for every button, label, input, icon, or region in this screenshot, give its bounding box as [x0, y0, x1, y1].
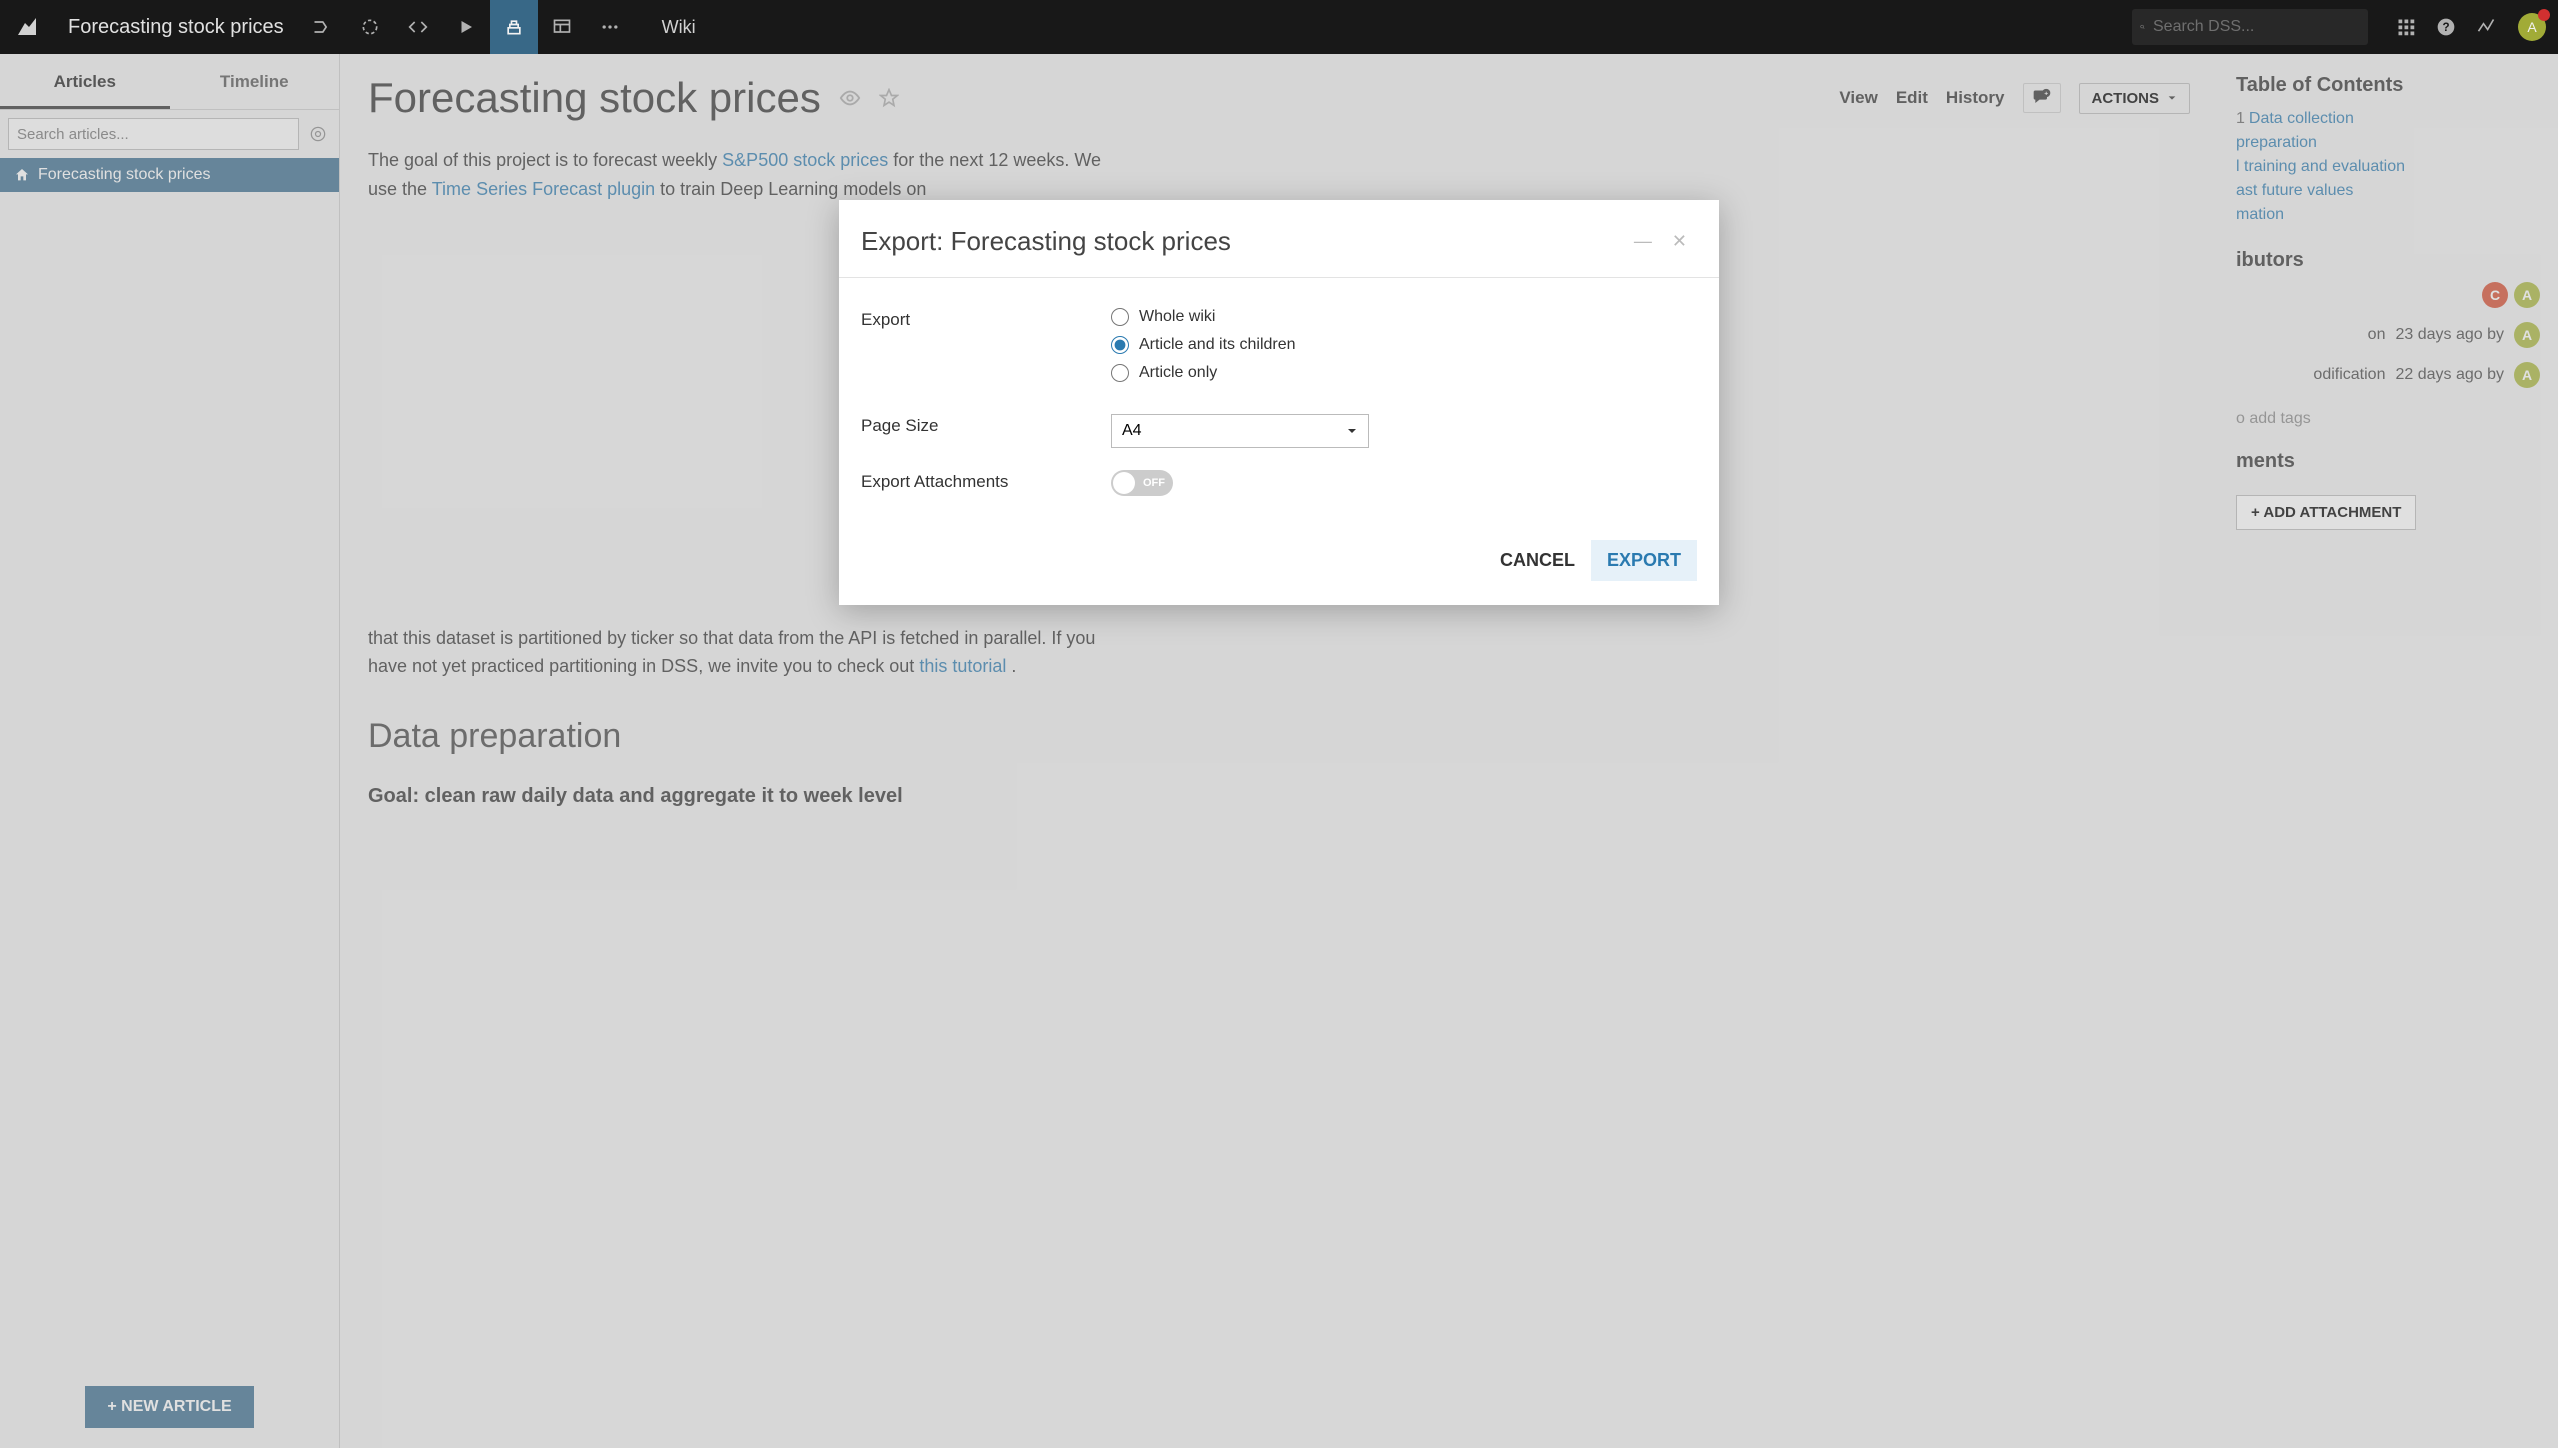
modal-overlay: Export: Forecasting stock prices — ✕ Exp… — [0, 0, 2558, 1448]
page-size-label: Page Size — [861, 414, 1111, 448]
radio-whole-wiki[interactable]: Whole wiki — [1111, 308, 1697, 326]
modal-title: Export: Forecasting stock prices — [861, 226, 1624, 257]
minimize-icon[interactable]: — — [1624, 231, 1662, 252]
export-attachments-label: Export Attachments — [861, 470, 1111, 496]
export-modal: Export: Forecasting stock prices — ✕ Exp… — [839, 200, 1719, 605]
export-scope-label: Export — [861, 308, 1111, 392]
page-size-select[interactable]: A4 — [1111, 414, 1369, 448]
radio-article-only[interactable]: Article only — [1111, 364, 1697, 382]
close-icon[interactable]: ✕ — [1662, 231, 1697, 252]
cancel-button[interactable]: CANCEL — [1500, 550, 1575, 571]
export-button[interactable]: EXPORT — [1591, 540, 1697, 581]
chevron-down-icon — [1346, 425, 1358, 437]
export-attachments-toggle[interactable]: OFF — [1111, 470, 1173, 496]
radio-article-and-children[interactable]: Article and its children — [1111, 336, 1697, 354]
